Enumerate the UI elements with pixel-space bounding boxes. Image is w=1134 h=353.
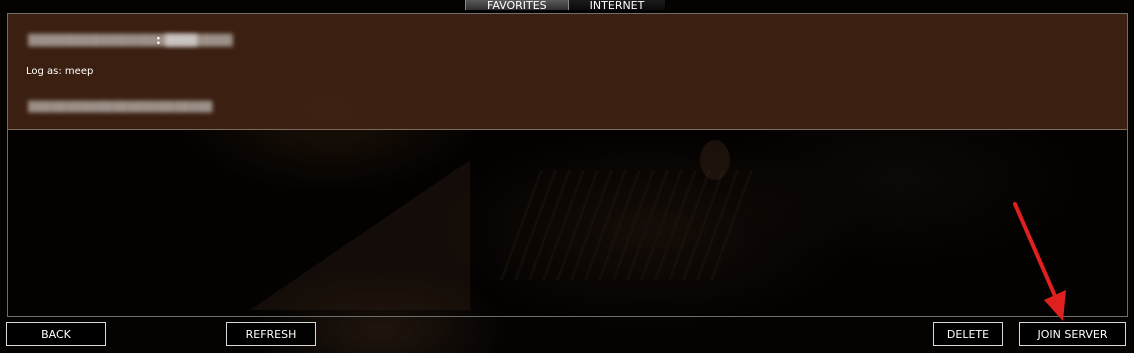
server-list-tabs: FAVORITES INTERNET xyxy=(465,0,666,10)
server-browser-screen: ​ FAVORITES INTERNET ▒▒▒▒▒▒▒▒▒▒▒▒▒▒▒▒▒▒▒… xyxy=(0,0,1134,353)
delete-button[interactable]: DELETE xyxy=(933,322,1003,346)
tab-internet[interactable]: INTERNET xyxy=(568,0,666,10)
back-button[interactable]: BACK xyxy=(6,322,106,346)
login-as-label: Log as: meep xyxy=(26,66,94,77)
join-server-button[interactable]: JOIN SERVER xyxy=(1019,322,1126,346)
server-list-panel[interactable]: ▒▒▒▒▒▒▒▒▒▒▒▒▒▒▒▒▒▒▒▒ : ▒▒▒▒▒▒▒▒ Log as: … xyxy=(7,13,1128,317)
server-list-item-selected[interactable]: ▒▒▒▒▒▒▒▒▒▒▒▒▒▒▒▒▒▒▒▒ : ▒▒▒▒▒▒▒▒ Log as: … xyxy=(8,14,1127,130)
refresh-button[interactable]: REFRESH xyxy=(226,322,316,346)
server-description-obscured: ▒▒▒▒▒▒▒▒▒▒▒▒▒▒▒▒▒▒▒▒▒▒▒▒ xyxy=(28,102,213,113)
tab-favorites[interactable]: FAVORITES xyxy=(465,0,569,10)
server-address-separator: : xyxy=(156,33,161,47)
server-port-obscured: ▒▒▒▒▒▒▒▒ xyxy=(165,34,233,47)
